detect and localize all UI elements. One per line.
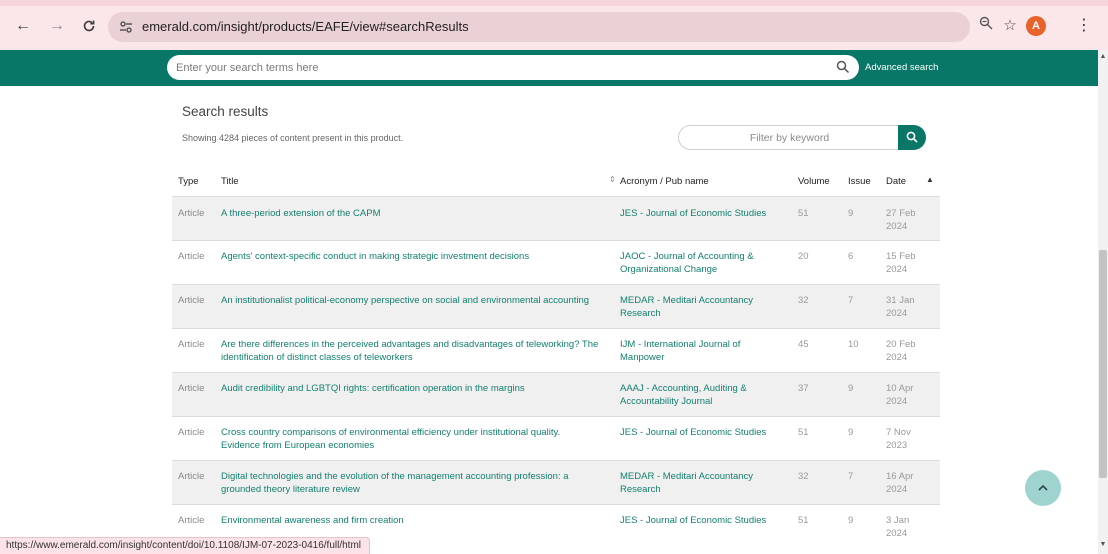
column-header-pub[interactable]: Acronym / Pub name [620, 176, 709, 187]
row-volume: 51 [798, 208, 809, 219]
row-volume: 37 [798, 383, 809, 394]
row-title-link[interactable]: Are there differences in the perceived a… [221, 338, 601, 364]
back-arrow-icon[interactable]: ← [14, 17, 32, 35]
scroll-thumb[interactable] [1099, 250, 1107, 478]
row-title-link[interactable]: A three-period extension of the CAPM [221, 207, 601, 220]
table-row: Article Digital technologies and the evo… [172, 460, 940, 504]
row-issue: 7 [848, 471, 854, 482]
row-date: 15 Feb 2024 [886, 251, 916, 275]
row-volume: 51 [798, 427, 809, 438]
tab-strip [0, 0, 1108, 6]
url-text: emerald.com/insight/products/EAFE/view#s… [142, 19, 469, 34]
filter-keyword-input[interactable] [678, 125, 900, 150]
results-count: Showing 4284 pieces of content present i… [182, 133, 404, 143]
row-date: 31 Jan 2024 [886, 295, 915, 319]
row-type: Article [178, 515, 205, 526]
row-date: 27 Feb 2024 [886, 208, 916, 232]
bookmark-star-icon[interactable]: ☆ [1000, 16, 1020, 36]
row-issue: 7 [848, 295, 854, 306]
row-date: 3 Jan 2024 [886, 515, 910, 539]
row-issue: 10 [848, 339, 859, 350]
scroll-down-arrow-icon[interactable]: ▼ [1098, 540, 1108, 550]
row-pub-link[interactable]: JAOC - Journal of Accounting & Organizat… [620, 250, 780, 276]
table-row: Article Are there differences in the per… [172, 328, 940, 372]
row-type: Article [178, 251, 205, 262]
zoom-icon[interactable] [976, 16, 996, 36]
address-bar[interactable]: emerald.com/insight/products/EAFE/view#s… [108, 12, 970, 42]
browser-menu-icon[interactable]: ⋮ [1076, 15, 1092, 37]
row-pub-link[interactable]: IJM - International Journal of Manpower [620, 338, 780, 364]
row-issue: 9 [848, 427, 854, 438]
row-title-link[interactable]: Digital technologies and the evolution o… [221, 470, 601, 496]
row-pub-link[interactable]: MEDAR - Meditari Accountancy Research [620, 470, 780, 496]
row-date: 7 Nov 2023 [886, 427, 911, 451]
column-header-type[interactable]: Type [178, 176, 199, 187]
row-volume: 20 [798, 251, 809, 262]
row-title-link[interactable]: Cross country comparisons of environment… [221, 426, 601, 452]
row-pub-link[interactable]: JES - Journal of Economic Studies [620, 514, 780, 527]
row-volume: 32 [798, 295, 809, 306]
status-link-preview: https://www.emerald.com/insight/content/… [0, 537, 370, 554]
column-header-title[interactable]: Title [221, 176, 239, 187]
row-type: Article [178, 383, 205, 394]
table-row: Article An institutionalist political-ec… [172, 284, 940, 328]
table-row: Article Cross country comparisons of env… [172, 416, 940, 460]
row-volume: 32 [798, 471, 809, 482]
site-settings-icon[interactable] [118, 19, 134, 35]
chevron-up-icon [1038, 484, 1048, 491]
site-header: Advanced search [0, 50, 1098, 86]
row-title-link[interactable]: Audit credibility and LGBTQI rights: cer… [221, 382, 601, 395]
page-scrollbar[interactable]: ▲ ▼ [1098, 50, 1108, 554]
table-row: Article Audit credibility and LGBTQI rig… [172, 372, 940, 416]
sort-icon[interactable]: ⇕ [609, 175, 616, 184]
browser-toolbar: ← → emerald.com/insight/products/EAFE/vi… [0, 0, 1108, 50]
page-title: Search results [182, 104, 269, 119]
row-date: 20 Feb 2024 [886, 339, 916, 363]
row-issue: 6 [848, 251, 854, 262]
table-row: Article A three-period extension of the … [172, 196, 940, 240]
filter-search-button[interactable] [898, 125, 926, 150]
column-header-volume[interactable]: Volume [798, 176, 830, 187]
row-issue: 9 [848, 515, 854, 526]
row-title-link[interactable]: Environmental awareness and firm creatio… [221, 514, 601, 527]
column-header-date[interactable]: Date [886, 176, 906, 187]
row-volume: 51 [798, 515, 809, 526]
site-search-input[interactable] [167, 55, 859, 80]
advanced-search-link[interactable]: Advanced search [865, 62, 938, 73]
table-row: Article Agents' context-specific conduct… [172, 240, 940, 284]
row-type: Article [178, 339, 205, 350]
reload-icon[interactable] [80, 17, 98, 35]
column-header-issue[interactable]: Issue [848, 176, 871, 187]
row-type: Article [178, 427, 205, 438]
row-pub-link[interactable]: JES - Journal of Economic Studies [620, 426, 780, 439]
row-type: Article [178, 295, 205, 306]
forward-arrow-icon[interactable]: → [48, 17, 66, 35]
row-issue: 9 [848, 383, 854, 394]
row-pub-link[interactable]: JES - Journal of Economic Studies [620, 207, 780, 220]
row-pub-link[interactable]: AAAJ - Accounting, Auditing & Accountabi… [620, 382, 780, 408]
row-date: 10 Apr 2024 [886, 383, 914, 407]
row-issue: 9 [848, 208, 854, 219]
back-to-top-button[interactable] [1025, 470, 1061, 506]
row-date: 16 Apr 2024 [886, 471, 914, 495]
row-type: Article [178, 471, 205, 482]
row-title-link[interactable]: Agents' context-specific conduct in maki… [221, 250, 601, 263]
search-icon [906, 131, 918, 143]
row-volume: 45 [798, 339, 809, 350]
row-type: Article [178, 208, 205, 219]
sort-desc-icon[interactable]: ▲ [926, 175, 934, 184]
profile-avatar[interactable]: A [1026, 16, 1046, 36]
scroll-up-arrow-icon[interactable]: ▲ [1098, 52, 1108, 62]
search-icon[interactable] [836, 60, 850, 74]
row-pub-link[interactable]: MEDAR - Meditari Accountancy Research [620, 294, 780, 320]
row-title-link[interactable]: An institutionalist political-economy pe… [221, 294, 601, 307]
